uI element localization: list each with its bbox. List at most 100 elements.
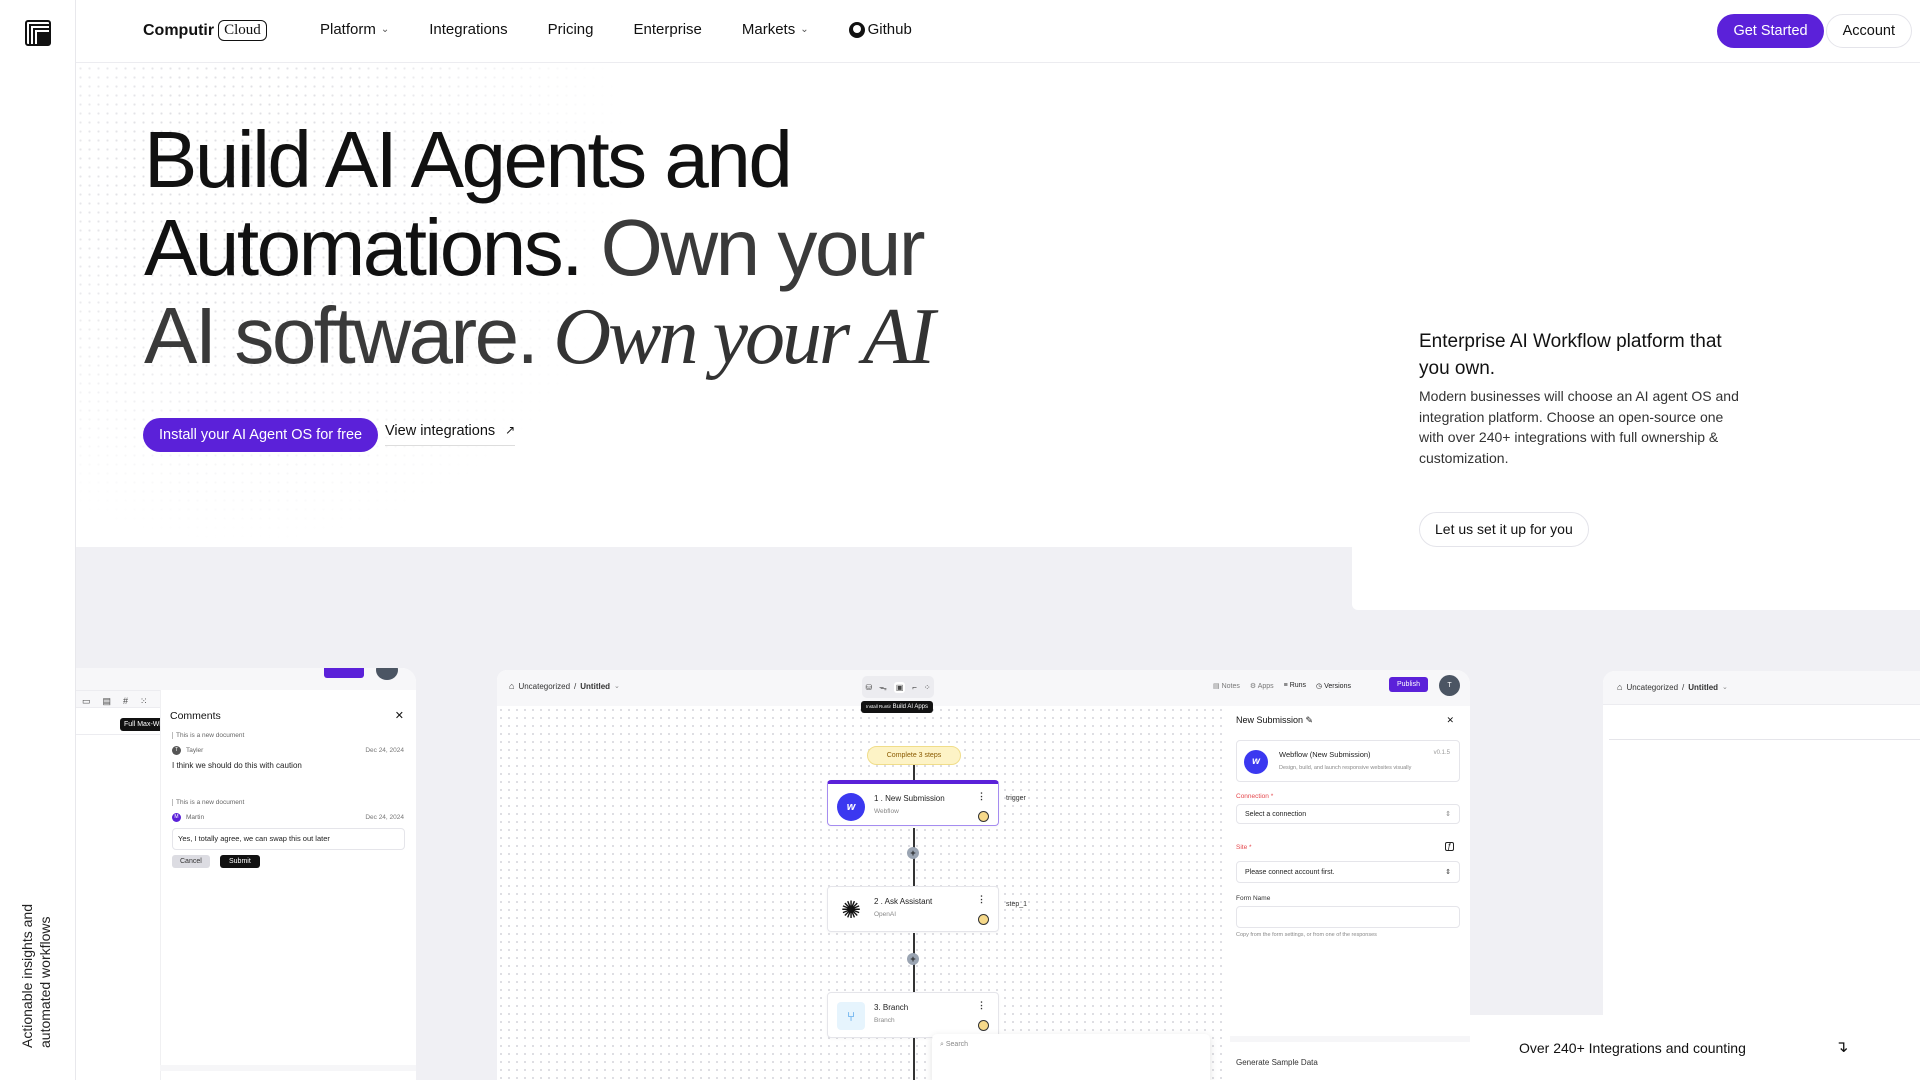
runtir-icon[interactable]: ⌐	[912, 683, 917, 692]
more-icon[interactable]: ⋮	[977, 1000, 986, 1011]
breadcrumb-root[interactable]: Uncategorized	[1626, 683, 1678, 692]
brand[interactable]: Computir Cloud	[143, 20, 267, 41]
link-label: View integrations	[385, 423, 496, 439]
versions-label: Versions	[1324, 683, 1351, 690]
search-icon: ⌕	[940, 1041, 944, 1048]
generate-sample-data[interactable]: Generate Sample Data	[1236, 1058, 1318, 1067]
headline-line-3: AI software.	[144, 291, 539, 380]
account-button[interactable]: Account	[1825, 14, 1912, 48]
flow-node-trigger[interactable]: w 1 . New Submission Webflow ⋮	[827, 780, 999, 826]
add-step-icon[interactable]: +	[907, 847, 919, 859]
apps-button[interactable]: ⚙ Apps	[1250, 682, 1274, 690]
apps-label: Apps	[1257, 683, 1274, 690]
breadcrumb-current[interactable]: Untitled	[1688, 683, 1718, 692]
headline-italic: Own your AI	[536, 293, 935, 381]
brand-name: Computir	[143, 21, 215, 39]
site-select[interactable]: Please connect account first. ⇕	[1236, 861, 1460, 883]
comment-author: Tayler	[186, 747, 204, 754]
settings-title-text: New Submission	[1236, 715, 1304, 725]
arrow-down-right-icon[interactable]: ↴	[1835, 1037, 1848, 1057]
avatar[interactable]: T	[1439, 675, 1460, 696]
resize-handle[interactable]	[1230, 1036, 1470, 1042]
comments-screenshot: ▭ ▤ # ⁙ Full Max-Width Comments ✕ This i…	[76, 668, 416, 1080]
breadcrumb-separator: /	[574, 681, 577, 691]
site-label: Site *	[1236, 844, 1252, 851]
close-icon[interactable]: ✕	[395, 709, 404, 722]
comments-title: Comments	[170, 710, 221, 722]
pencil-icon[interactable]: ✎	[1306, 715, 1314, 725]
nav-markets[interactable]: Markets ⌄	[742, 21, 809, 38]
breadcrumb-current[interactable]: Untitled	[580, 682, 610, 691]
database-icon[interactable]: ⛁	[865, 683, 872, 692]
app-name: Webflow (New Submission)	[1279, 750, 1371, 759]
computir-app-icon[interactable]: ▣	[893, 681, 906, 693]
computir-logo-icon[interactable]	[25, 20, 51, 46]
nav-platform[interactable]: Platform ⌄	[320, 21, 389, 38]
setup-button[interactable]: Let us set it up for you	[1419, 512, 1589, 547]
branch-icon: ⑂	[837, 1002, 865, 1030]
comment-quote: This is a new document	[172, 799, 244, 806]
form-name-input[interactable]	[1236, 906, 1460, 928]
integrations-strip: Over 240+ Integrations and counting ↴	[1470, 1015, 1920, 1080]
nav-integrations[interactable]: Integrations	[429, 21, 507, 38]
grid-icon[interactable]: #	[123, 696, 128, 707]
select-value: Please connect account first.	[1245, 869, 1335, 876]
add-step-icon[interactable]: +	[907, 953, 919, 965]
flow-builder-screenshot: ⌂ Uncategorized / Untitled ⌄ ⛁ ᯓ ▣ ⌐ ⁘ I…	[497, 670, 1470, 1080]
breadcrumb-separator: /	[1682, 682, 1685, 692]
node-subtitle: Branch	[874, 1017, 895, 1024]
nav-label: Enterprise	[633, 21, 702, 38]
columns-icon[interactable]: ▤	[103, 696, 112, 707]
hero-headline: Build AI Agents and Automations. Own you…	[144, 116, 1144, 382]
nav-label: Integrations	[429, 21, 508, 38]
workflow-icon[interactable]: ᯓ	[879, 682, 887, 693]
cancel-button[interactable]: Cancel	[172, 855, 210, 868]
apps-grid-icon[interactable]: ⁘	[924, 683, 931, 692]
app-version: v0.1.5	[1433, 750, 1450, 756]
nav-pricing[interactable]: Pricing	[548, 21, 594, 38]
nav-label: Platform	[320, 21, 376, 38]
more-icon[interactable]: ⋮	[977, 791, 986, 802]
resize-handle[interactable]	[160, 1065, 416, 1071]
fullwidth-icon[interactable]: ⁙	[140, 696, 148, 707]
notes-button[interactable]: ▤ Notes	[1213, 682, 1240, 690]
chevron-down-icon: ⌄	[614, 683, 620, 690]
nav-label: Pricing	[547, 21, 594, 38]
search-input[interactable]: Search	[946, 1041, 968, 1048]
comment-icon[interactable]: ▭	[82, 696, 91, 707]
breadcrumb-root[interactable]: Uncategorized	[518, 682, 570, 691]
dynamic-toggle-icon[interactable]: ƒ	[1445, 842, 1454, 851]
reply-input[interactable]: Yes, I totally agree, we can swap this o…	[172, 828, 405, 850]
tooltip-text: Build AI Apps	[892, 704, 929, 710]
versions-button[interactable]: ◷ Versions	[1316, 682, 1351, 690]
avatar	[376, 668, 398, 680]
view-integrations-link[interactable]: View integrations ↗	[385, 423, 516, 446]
submit-button[interactable]: Submit	[220, 855, 260, 868]
steps-badge[interactable]: Complete 3 steps	[867, 746, 961, 765]
more-icon[interactable]: ⋮	[977, 894, 986, 905]
home-icon[interactable]: ⌂	[509, 681, 514, 691]
close-icon[interactable]: ✕	[1446, 715, 1454, 726]
flow-canvas[interactable]: Complete 3 steps w 1 . New Submission We…	[497, 706, 1227, 1080]
comment-text: I think we should do this with caution	[172, 761, 302, 770]
publish-button[interactable]: Publish	[1389, 677, 1428, 692]
install-button[interactable]: Install your AI Agent OS for free	[143, 418, 379, 452]
get-started-button[interactable]: Get Started	[1717, 14, 1824, 48]
step-settings-panel: New Submission ✎ ✕ w Webflow (New Submis…	[1230, 706, 1470, 1080]
avatar: M	[172, 813, 181, 822]
builder-actions: ▤ Notes ⚙ Apps ≡ Runs ◷ Versions	[1213, 682, 1351, 690]
nav-github[interactable]: Github	[848, 21, 912, 38]
breadcrumb: ⌂ Uncategorized / Untitled ⌄	[1617, 682, 1728, 692]
chevron-down-icon: ⌄	[380, 24, 390, 35]
flow-node-branch[interactable]: ⑂ 3. Branch Branch ⋮	[827, 992, 999, 1038]
connection-select[interactable]: Select a connection ⇕	[1236, 804, 1460, 824]
home-icon[interactable]: ⌂	[1617, 682, 1622, 692]
github-icon	[848, 21, 865, 38]
app-card: w Webflow (New Submission) v0.1.5 Design…	[1236, 740, 1460, 782]
warning-icon	[978, 1020, 989, 1031]
node-label: trigger	[1006, 795, 1026, 802]
comments-sidebar: Comments ✕ This is a new document T Tayl…	[160, 690, 416, 1080]
nav-enterprise[interactable]: Enterprise	[634, 21, 702, 38]
runs-button[interactable]: ≡ Runs	[1284, 682, 1306, 690]
flow-node-step[interactable]: ✺ 2 . Ask Assistant OpenAI ⋮	[827, 886, 999, 932]
